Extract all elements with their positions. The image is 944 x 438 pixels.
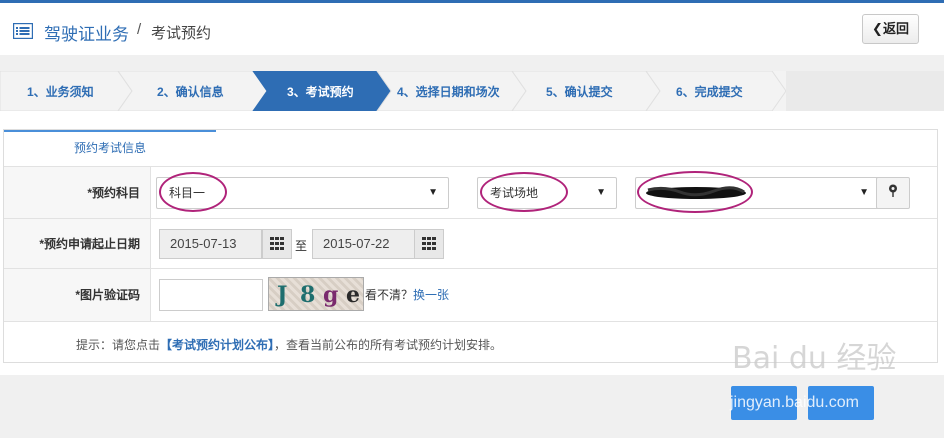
back-button[interactable]: ❮返回	[862, 14, 919, 44]
breadcrumb-separator: /	[137, 21, 142, 38]
captcha-refresh-link[interactable]: 换一张	[413, 288, 449, 302]
hint-prefix: 提示：请您点击	[76, 338, 161, 352]
caret-down-icon: ▼	[596, 187, 606, 198]
step-3-active[interactable]: 3、考试预约	[287, 83, 354, 100]
hint-text: 提示：请您点击【考试预约计划公布】，查看当前公布的所有考试预约计划安排。	[76, 336, 502, 353]
step-2[interactable]: 2、确认信息	[157, 83, 224, 100]
back-button-label: 返回	[882, 21, 909, 36]
spacer	[0, 111, 944, 129]
step-5[interactable]: 5、确认提交	[546, 83, 613, 100]
baidu-watermark: Bai du 经验	[732, 341, 897, 376]
captcha-char: g	[323, 282, 339, 308]
step-6[interactable]: 6、完成提交	[676, 83, 743, 100]
date-range-label: *预约申请起止日期	[4, 219, 151, 268]
map-pin-button[interactable]	[876, 177, 910, 209]
caret-down-icon: ▼	[859, 187, 869, 198]
highlight-ellipse	[637, 171, 753, 213]
captcha-help-text: 看不清？	[365, 288, 414, 302]
captcha-label: *图片验证码	[4, 269, 151, 321]
tab-exam-info[interactable]: 预约考试信息	[4, 130, 216, 166]
calendar-grid-icon	[270, 237, 284, 250]
date-range-row: *预约申请起止日期 2015-07-13 至 2015-07-22	[4, 218, 937, 268]
calendar-grid-icon	[422, 237, 436, 250]
page-title: 驾驶证业务	[44, 25, 129, 44]
map-pin-icon	[889, 184, 897, 197]
end-date-input[interactable]: 2015-07-22	[312, 229, 415, 259]
breadcrumb-current: 考试预约	[151, 25, 212, 42]
captcha-help: 看不清？换一张	[365, 286, 449, 303]
captcha-image[interactable]: J 8 g e	[268, 277, 364, 311]
highlight-ellipse	[159, 172, 227, 212]
hint-suffix: ，查看当前公布的所有考试预约计划安排。	[274, 338, 503, 352]
captcha-char: J	[277, 282, 288, 308]
end-date-calendar-button[interactable]	[414, 229, 444, 259]
captcha-char: e	[346, 282, 360, 308]
page-header: 驾驶证业务 / 考试预约 ❮返回	[0, 0, 944, 55]
captcha-row: *图片验证码 J 8 g e 看不清？换一张	[4, 268, 937, 321]
date-range-separator: 至	[295, 239, 308, 253]
header-gap	[0, 55, 944, 71]
watermark-url: jingyan.baidu.com	[730, 394, 859, 411]
start-date-input[interactable]: 2015-07-13	[159, 229, 262, 259]
captcha-input[interactable]	[159, 279, 263, 311]
list-icon	[13, 23, 33, 39]
subject-row: *预约科目 科目一 ▼ 考试场地 ▼ ▼	[4, 166, 937, 218]
chevron-left-icon: ❮	[872, 21, 883, 36]
start-date-calendar-button[interactable]	[262, 229, 292, 259]
highlight-ellipse	[480, 172, 568, 212]
captcha-char: 8	[300, 282, 316, 308]
step-progress-bar: 1、业务须知 2、确认信息 3、考试预约 4、选择日期和场次 5、确认提交 6、…	[0, 71, 944, 111]
exam-plan-link[interactable]: 【考试预约计划公布】	[160, 338, 274, 352]
caret-down-icon: ▼	[428, 187, 438, 198]
form-panel: 预约考试信息 *预约科目 科目一 ▼ 考试场地 ▼ ▼ *预约申请起止日期 20…	[3, 129, 938, 363]
step-1[interactable]: 1、业务须知	[27, 83, 94, 100]
subject-label: *预约科目	[4, 167, 151, 218]
step-4[interactable]: 4、选择日期和场次	[397, 83, 500, 100]
